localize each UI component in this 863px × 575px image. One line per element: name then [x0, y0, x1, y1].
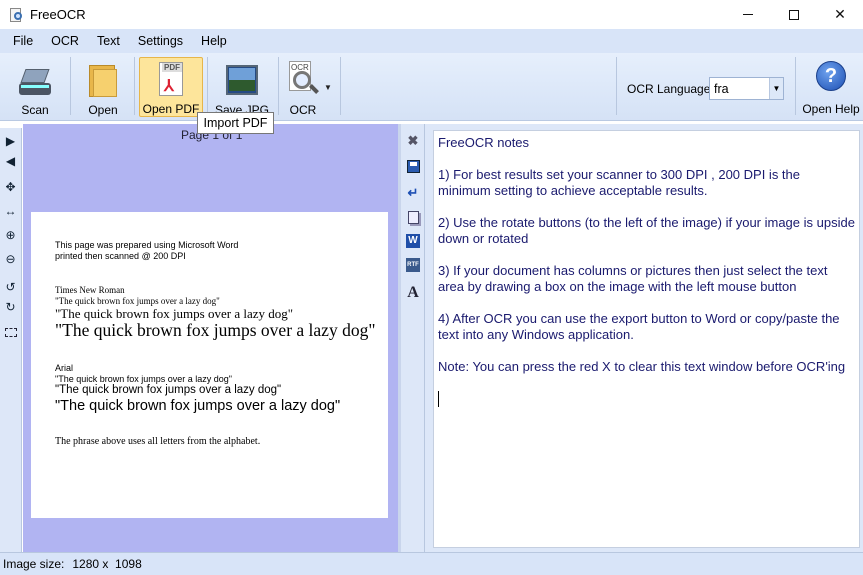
menu-help[interactable]: Help — [192, 34, 236, 48]
menu-bar: File OCR Text Settings Help — [0, 29, 863, 53]
import-pdf-tooltip: Import PDF — [197, 112, 274, 134]
window-title: FreeOCR — [30, 7, 86, 22]
ocr-language-label: OCR Language: — [627, 82, 714, 96]
help-icon: ? — [811, 59, 851, 99]
page-text-line: Arial — [55, 363, 74, 373]
page-text-line: "The quick brown fox jumps over a lazy d… — [55, 374, 232, 384]
toolbar-divider — [340, 57, 341, 115]
pdf-icon: PDF ⅄ — [151, 60, 191, 97]
close-button[interactable]: ✕ — [817, 0, 863, 29]
toolbar-divider — [207, 57, 208, 115]
toolbar-divider — [616, 57, 617, 115]
move-icon[interactable]: ✥ — [2, 178, 19, 195]
maximize-button[interactable] — [771, 0, 817, 29]
menu-ocr[interactable]: OCR — [42, 34, 88, 48]
ocr-button[interactable]: OCR OCR — [283, 57, 323, 117]
export-word-icon[interactable]: W — [404, 232, 422, 250]
title-bar: FreeOCR ✕ — [0, 0, 863, 29]
page-text-line: "The quick brown fox jumps over a lazy d… — [55, 320, 376, 340]
minimize-icon — [743, 14, 753, 15]
ocr-language-select[interactable]: fra ▼ — [709, 77, 784, 100]
text-paragraph: 4) After OCR you can use the export butt… — [438, 311, 844, 342]
ocr-dropdown-arrow-icon[interactable]: ▼ — [324, 83, 332, 92]
next-page-icon[interactable]: ▶ — [2, 132, 19, 149]
fit-width-icon[interactable]: ↔ — [2, 202, 19, 219]
image-tools-sidebar: ▶ ◀ ✥ ↔ ⊕ ⊖ ↺ ↻ — [0, 128, 22, 552]
page-text-line: The phrase above uses all letters from t… — [55, 436, 261, 447]
open-pdf-label: Open PDF — [142, 102, 200, 116]
open-button[interactable]: Open — [78, 57, 128, 117]
freeocr-app-icon — [8, 7, 24, 23]
text-tools-sidebar: ✖ ↵ W RTF A — [401, 124, 425, 552]
page-text-line: "The quick brown fox jumps over a lazy d… — [55, 398, 341, 414]
menu-text[interactable]: Text — [88, 34, 129, 48]
ocr-language-value: fra — [714, 81, 729, 96]
scan-button[interactable]: Scan — [10, 57, 60, 117]
text-paragraph: 3) If your document has columns or pictu… — [438, 263, 832, 294]
open-pdf-button[interactable]: PDF ⅄ Open PDF — [139, 57, 203, 117]
rotate-left-icon[interactable]: ↺ — [2, 278, 19, 295]
open-help-button[interactable]: ? Open Help — [802, 57, 860, 117]
maximize-icon — [789, 9, 799, 20]
toolbar-divider — [278, 57, 279, 115]
page-text-line: printed then scanned @ 200 DPI — [55, 251, 186, 261]
page-text-line: "The quick brown fox jumps over a lazy d… — [55, 296, 220, 306]
image-viewer[interactable]: Page 1 of 1 This page was prepared using… — [23, 124, 398, 552]
ocr-label: OCR — [289, 103, 317, 117]
ocr-text-area[interactable]: FreeOCR notes 1) For best results set yo… — [433, 130, 860, 548]
insert-return-icon[interactable]: ↵ — [404, 184, 422, 202]
text-paragraph: 2) Use the rotate buttons (to the left o… — [438, 215, 859, 246]
minimize-button[interactable] — [725, 0, 771, 29]
text-paragraph: FreeOCR notes — [438, 135, 530, 150]
text-paragraph: 1) For best results set your scanner to … — [438, 167, 804, 198]
close-icon: ✕ — [834, 6, 846, 22]
folder-icon — [83, 59, 123, 98]
open-label: Open — [88, 103, 118, 117]
zoom-out-icon[interactable]: ⊖ — [2, 250, 19, 267]
font-icon[interactable]: A — [404, 284, 422, 302]
clear-text-icon[interactable]: ✖ — [404, 132, 422, 150]
scanned-page-image[interactable]: This page was prepared using Microsoft W… — [31, 212, 388, 518]
window-controls: ✕ — [725, 0, 863, 29]
status-bar: Image size: 1280 x 1098 — [0, 552, 863, 575]
toolbar-divider — [134, 57, 135, 115]
save-jpg-button[interactable]: Save JPG — [213, 57, 271, 117]
select-area-icon[interactable] — [2, 324, 19, 341]
scan-label: Scan — [21, 103, 49, 117]
menu-settings[interactable]: Settings — [129, 34, 192, 48]
toolbar-divider — [795, 57, 796, 115]
image-size-value: 1280 x 1098 — [72, 557, 142, 571]
toolbar-divider — [70, 57, 71, 115]
image-size-label: Image size: — [3, 557, 65, 571]
page-text-line: "The quick brown fox jumps over a lazy d… — [55, 384, 282, 396]
text-paragraph: Note: You can press the red X to clear t… — [438, 359, 846, 374]
menu-file[interactable]: File — [4, 34, 42, 48]
text-cursor — [438, 391, 439, 407]
export-rtf-icon[interactable]: RTF — [404, 256, 422, 274]
chevron-down-icon[interactable]: ▼ — [769, 78, 783, 99]
page-text-line: This page was prepared using Microsoft W… — [55, 240, 239, 250]
rotate-right-icon[interactable]: ↻ — [2, 298, 19, 315]
open-help-label: Open Help — [802, 102, 860, 116]
save-icon[interactable] — [404, 157, 422, 175]
image-icon — [222, 59, 262, 98]
text-panel: FreeOCR notes 1) For best results set yo… — [425, 124, 863, 552]
copy-icon[interactable] — [404, 208, 422, 226]
previous-page-icon[interactable]: ◀ — [2, 152, 19, 169]
zoom-in-icon[interactable]: ⊕ — [2, 226, 19, 243]
scanner-icon — [15, 59, 55, 98]
page-text-line: Times New Roman — [55, 285, 125, 295]
ocr-magnifier-icon: OCR — [283, 59, 323, 98]
